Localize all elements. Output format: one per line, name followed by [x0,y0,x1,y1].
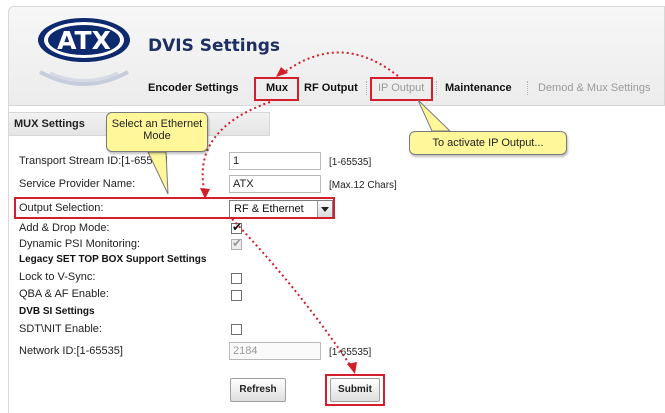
add-drop-mode-label: Add & Drop Mode: [19,222,110,234]
app-window: ATX DVIS Settings Encoder Settings Mux R… [0,0,665,413]
tab-rf-output[interactable]: RF Output [304,82,358,94]
network-id-hint: [1-65535] [329,347,372,358]
network-id-input[interactable] [229,342,321,360]
tab-separator [527,81,528,95]
tab-bar: Encoder Settings Mux RF Output IP Output… [140,78,665,100]
chevron-down-icon[interactable] [317,201,332,217]
network-id-label: Network ID:[1-65535] [19,345,123,357]
dynamic-psi-monitoring-label: Dynamic PSI Monitoring: [19,238,141,250]
tab-maintenance[interactable]: Maintenance [445,82,512,94]
transport-stream-id-hint: [1-65535] [329,157,372,168]
legacy-stb-section-heading: Legacy SET TOP BOX Support Settings [19,254,207,265]
logo-text: ATX [57,26,111,55]
service-provider-name-label: Service Provider Name: [19,178,136,190]
tab-separator [436,81,437,95]
tab-encoder-settings[interactable]: Encoder Settings [148,82,238,94]
logo-reflection [39,70,129,86]
dvb-si-section-heading: DVB SI Settings [19,306,95,317]
tab-separator [366,81,367,95]
tab-demod-mux-settings[interactable]: Demod & Mux Settings [538,82,651,94]
output-selection-dropdown[interactable]: RF & Ethernet [229,200,333,218]
tab-ip-output[interactable]: IP Output [378,82,424,94]
lock-to-vsync-label: Lock to V-Sync: [19,271,96,283]
lock-to-vsync-checkbox[interactable] [231,273,242,284]
transport-stream-id-input[interactable] [229,152,321,170]
tab-mux[interactable]: Mux [266,82,288,94]
dynamic-psi-monitoring-checkbox[interactable] [231,236,242,250]
sdt-nit-enable-label: SDT\NIT Enable: [19,323,102,335]
ethernet-mode-callout: Select an Ethernet Mode [106,112,208,152]
submit-button[interactable]: Submit [330,378,380,402]
atx-logo: ATX [38,18,130,62]
qba-af-enable-checkbox[interactable] [231,290,242,301]
tab-separator [254,81,255,95]
page-title: DVIS Settings [148,36,280,56]
output-selection-value: RF & Ethernet [234,203,304,215]
qba-af-enable-label: QBA & AF Enable: [19,288,109,300]
service-provider-name-hint: [Max.12 Chars] [329,180,397,191]
panel-title: MUX Settings [14,118,85,130]
refresh-button[interactable]: Refresh [230,378,286,402]
output-selection-label: Output Selection: [19,202,104,214]
transport-stream-id-label: Transport Stream ID:[1-65535] [19,155,168,167]
activate-ip-callout: To activate IP Output... [409,131,567,155]
service-provider-name-input[interactable] [229,175,321,193]
add-drop-mode-checkbox[interactable] [231,220,242,234]
sdt-nit-enable-checkbox[interactable] [231,324,242,335]
